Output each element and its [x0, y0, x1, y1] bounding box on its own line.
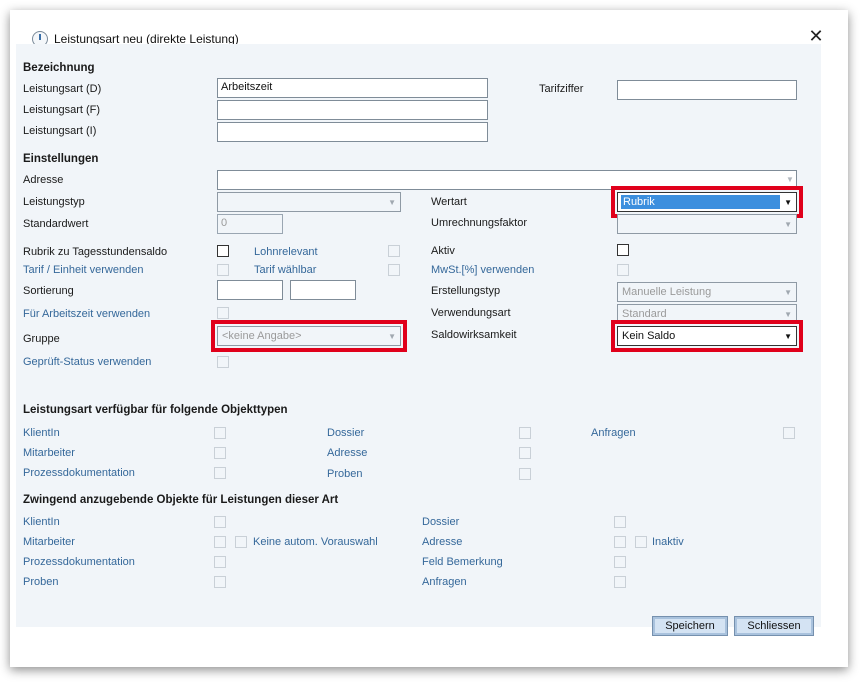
leistungsart-f-label: Leistungsart (F) — [23, 104, 101, 116]
objekttyp-klientin-label: KlientIn — [23, 427, 60, 439]
zwingend-klientin-label: KlientIn — [23, 516, 60, 528]
zwingend-adresse-checkbox[interactable] — [614, 536, 626, 548]
tarif-einheit-checkbox[interactable] — [217, 264, 229, 276]
erstellungstyp-label: Erstellungstyp — [431, 285, 501, 297]
sortierung-input-2[interactable] — [290, 280, 356, 300]
leistungsart-f-input[interactable] — [217, 100, 488, 120]
adresse-label: Adresse — [23, 174, 64, 186]
objekttyp-proben-checkbox[interactable] — [519, 468, 531, 480]
zwingend-prozessdokumentation-label: Prozessdokumentation — [23, 556, 135, 568]
objekttyp-adresse-label: Adresse — [327, 447, 368, 459]
sortierung-label: Sortierung — [23, 285, 74, 297]
sortierung-input-1[interactable] — [217, 280, 283, 300]
objekttyp-dossier-checkbox[interactable] — [519, 427, 531, 439]
zwingend-dossier-checkbox[interactable] — [614, 516, 626, 528]
mwst-label: MwSt.[%] verwenden — [431, 264, 535, 276]
aktiv-checkbox[interactable] — [617, 244, 629, 256]
standardwert-label: Standardwert — [23, 218, 89, 230]
highlight-box-gruppe — [211, 320, 407, 352]
inaktiv-checkbox[interactable] — [635, 536, 647, 548]
inaktiv-label: Inaktiv — [652, 536, 684, 548]
geprueft-status-checkbox[interactable] — [217, 356, 229, 368]
form-panel: Bezeichnung Leistungsart (D) Arbeitszeit… — [16, 44, 821, 636]
keine-autom-vorauswahl-label: Keine autom. Vorauswahl — [253, 536, 378, 548]
zwingend-mitarbeiter-label: Mitarbeiter — [23, 536, 75, 548]
standardwert-input[interactable]: 0 — [217, 214, 283, 234]
chevron-down-icon: ▼ — [784, 288, 792, 297]
objekttyp-klientin-checkbox[interactable] — [214, 427, 226, 439]
wertart-label: Wertart — [431, 196, 467, 208]
zwingend-proben-checkbox[interactable] — [214, 576, 226, 588]
leistungsart-d-label: Leistungsart (D) — [23, 83, 102, 95]
zwingend-mitarbeiter-checkbox[interactable] — [214, 536, 226, 548]
mwst-checkbox[interactable] — [617, 264, 629, 276]
zwingend-proben-label: Proben — [23, 576, 59, 588]
tarif-einheit-label: Tarif / Einheit verwenden — [23, 264, 144, 276]
rubrik-tagesstundensaldo-checkbox[interactable] — [217, 245, 229, 257]
leistungsart-i-label: Leistungsart (I) — [23, 125, 97, 137]
feld-bemerkung-checkbox[interactable] — [614, 556, 626, 568]
section-header-objekttypen: Leistungsart verfügbar für folgende Obje… — [23, 404, 288, 416]
chevron-down-icon: ▼ — [388, 198, 396, 207]
close-button[interactable]: Schliessen — [734, 616, 814, 636]
umrechnungsfaktor-select[interactable]: ▼ — [617, 214, 797, 234]
erstellungstyp-select[interactable]: Manuelle Leistung ▼ — [617, 282, 797, 302]
zwingend-prozessdokumentation-checkbox[interactable] — [214, 556, 226, 568]
keine-autom-vorauswahl-checkbox[interactable] — [235, 536, 247, 548]
objekttyp-prozessdokumentation-label: Prozessdokumentation — [23, 467, 135, 479]
verwendungsart-label: Verwendungsart — [431, 307, 511, 319]
objekttyp-mitarbeiter-checkbox[interactable] — [214, 447, 226, 459]
feld-bemerkung-label: Feld Bemerkung — [422, 556, 503, 568]
zwingend-klientin-checkbox[interactable] — [214, 516, 226, 528]
erstellungstyp-value: Manuelle Leistung — [622, 286, 712, 298]
objekttyp-prozessdokumentation-checkbox[interactable] — [214, 467, 226, 479]
tarifziffer-label: Tarifziffer — [539, 83, 584, 95]
objekttyp-proben-label: Proben — [327, 468, 363, 480]
objekttyp-mitarbeiter-label: Mitarbeiter — [23, 447, 75, 459]
save-button[interactable]: Speichern — [652, 616, 728, 636]
verwendungsart-value: Standard — [622, 308, 667, 320]
section-header-zwingend: Zwingend anzugebende Objekte für Leistun… — [23, 494, 339, 506]
highlight-box-saldowirksamkeit — [611, 320, 803, 352]
leistungstyp-select[interactable]: ▼ — [217, 192, 401, 212]
tarif-waehlbar-checkbox[interactable] — [388, 264, 400, 276]
objekttyp-anfragen-checkbox[interactable] — [783, 427, 795, 439]
chevron-down-icon: ▼ — [784, 220, 792, 229]
arbeitszeit-checkbox[interactable] — [217, 307, 229, 319]
tarifziffer-input[interactable] — [617, 80, 797, 100]
zwingend-anfragen-checkbox[interactable] — [614, 576, 626, 588]
arbeitszeit-label: Für Arbeitszeit verwenden — [23, 308, 151, 320]
zwingend-dossier-label: Dossier — [422, 516, 460, 528]
chevron-down-icon: ▼ — [786, 175, 794, 184]
leistungstyp-label: Leistungstyp — [23, 196, 85, 208]
rubrik-tagesstundensaldo-label: Rubrik zu Tagesstundensaldo — [23, 246, 168, 258]
aktiv-label: Aktiv — [431, 245, 455, 257]
lohnrelevant-checkbox[interactable] — [388, 245, 400, 257]
gruppe-label: Gruppe — [23, 333, 60, 345]
geprueft-status-label: Geprüft-Status verwenden — [23, 356, 152, 368]
objekttyp-adresse-checkbox[interactable] — [519, 447, 531, 459]
section-header-einstellungen: Einstellungen — [23, 153, 99, 165]
lohnrelevant-label: Lohnrelevant — [254, 246, 318, 258]
zwingend-anfragen-label: Anfragen — [422, 576, 467, 588]
close-icon[interactable]: ✕ — [806, 26, 826, 46]
objekttyp-anfragen-label: Anfragen — [591, 427, 636, 439]
saldowirksamkeit-label: Saldowirksamkeit — [431, 329, 517, 341]
objekttyp-dossier-label: Dossier — [327, 427, 365, 439]
zwingend-adresse-label: Adresse — [422, 536, 463, 548]
section-header-bezeichnung: Bezeichnung — [23, 62, 95, 74]
umrechnungsfaktor-label: Umrechnungsfaktor — [431, 217, 527, 229]
leistungsart-i-input[interactable] — [217, 122, 488, 142]
leistungsart-d-input[interactable]: Arbeitszeit — [217, 78, 488, 98]
tarif-waehlbar-label: Tarif wählbar — [254, 264, 317, 276]
